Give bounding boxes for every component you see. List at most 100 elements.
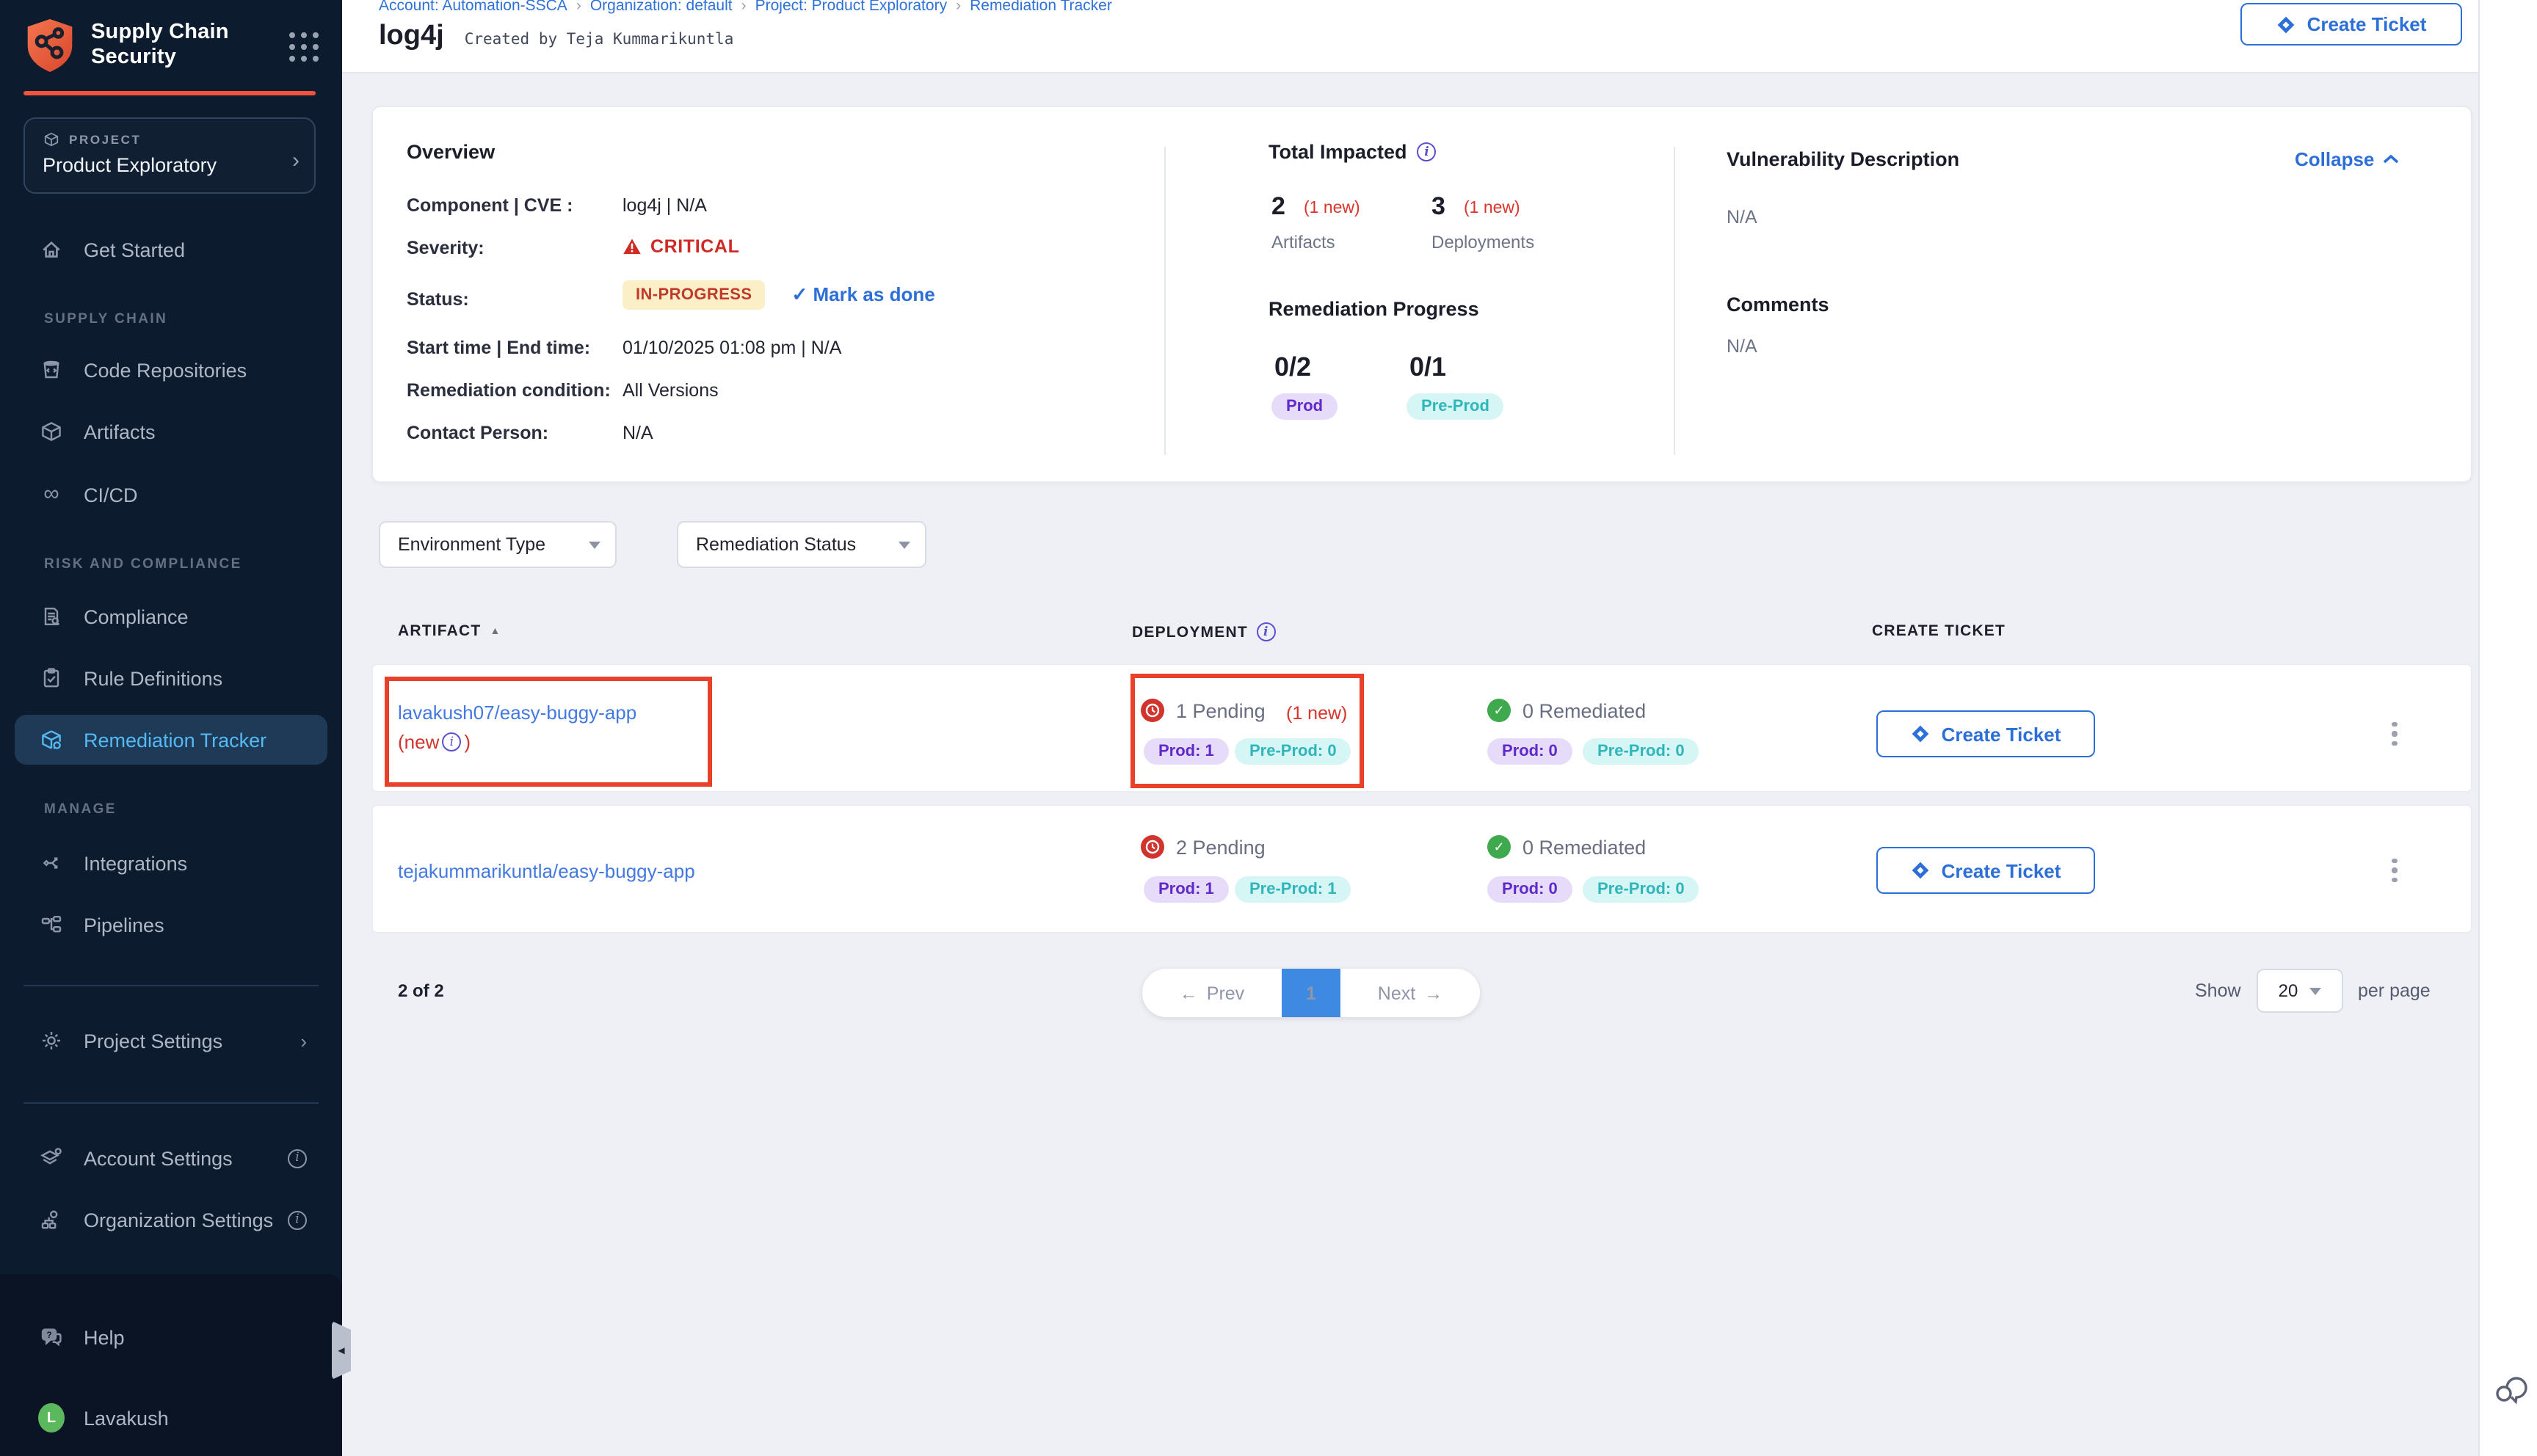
chevron-up-icon xyxy=(2383,154,2399,164)
pagination: ← Prev 1 Next → xyxy=(1142,969,1480,1017)
info-icon[interactable]: i xyxy=(288,1149,307,1168)
user-name: Lavakush xyxy=(84,1407,169,1429)
sidebar-item-integrations[interactable]: Integrations xyxy=(15,838,327,888)
vulnerability-description-value: N/A xyxy=(1727,207,1757,228)
column-header-create-ticket: CREATE TICKET xyxy=(1872,622,2006,640)
document-search-icon xyxy=(38,605,65,628)
row-menu-button[interactable] xyxy=(2381,854,2408,887)
page-size-select[interactable]: 20 xyxy=(2257,969,2343,1013)
field-value: N/A xyxy=(623,423,653,443)
row-create-ticket-button[interactable]: Create Ticket xyxy=(1876,847,2095,894)
show-label: Show xyxy=(2195,980,2241,1001)
prev-page-button[interactable]: ← Prev xyxy=(1142,969,1282,1017)
chevron-right-icon: › xyxy=(300,1030,307,1052)
clipboard-check-icon xyxy=(38,666,65,690)
sidebar-item-help[interactable]: ? Help xyxy=(15,1312,327,1362)
collapse-link[interactable]: Collapse xyxy=(2295,148,2399,170)
sidebar-item-cicd[interactable]: ∞ CI/CD xyxy=(15,470,327,520)
sidebar-item-get-started[interactable]: Get Started xyxy=(15,225,327,274)
new-label: (new xyxy=(398,731,439,753)
module-grid-icon[interactable] xyxy=(289,32,319,62)
status-value: IN-PROGRESS ✓ Mark as done xyxy=(623,280,935,310)
sidebar-item-label: Remediation Tracker xyxy=(84,729,266,751)
pending-count: 1 Pending xyxy=(1176,700,1266,722)
breadcrumb-page[interactable]: Remediation Tracker xyxy=(970,0,1112,15)
info-icon[interactable]: i xyxy=(442,732,461,751)
breadcrumb-project[interactable]: Project: Product Exploratory xyxy=(755,0,947,15)
row-menu-button[interactable] xyxy=(2381,718,2408,750)
sidebar-item-account-settings[interactable]: Account Settings i xyxy=(15,1133,327,1183)
sidebar-item-label: Integrations xyxy=(84,852,187,874)
sidebar-item-label: Pipelines xyxy=(84,914,164,936)
field-label: Remediation condition: xyxy=(407,380,611,401)
page-subtitle: Created by Teja Kummarikuntla xyxy=(465,31,734,48)
warning-triangle-icon xyxy=(623,238,642,255)
card-divider xyxy=(1674,147,1675,455)
sidebar-item-artifacts[interactable]: Artifacts xyxy=(15,407,327,456)
preprod-pill: Pre-Prod: 1 xyxy=(1235,876,1351,903)
svg-text:?: ? xyxy=(46,1330,51,1340)
sidebar-section-supply-chain: SUPPLY CHAIN xyxy=(44,311,167,327)
info-icon[interactable]: i xyxy=(288,1210,307,1229)
comments-value: N/A xyxy=(1727,336,1757,357)
sidebar-item-code-repositories[interactable]: Code Repositories xyxy=(15,345,327,395)
sidebar-item-remediation-tracker[interactable]: Remediation Tracker xyxy=(15,715,327,765)
field-value: 01/10/2025 01:08 pm | N/A xyxy=(623,338,841,358)
create-ticket-button[interactable]: Create Ticket xyxy=(2240,3,2462,46)
total-impacted-label: Total Impacted xyxy=(1268,141,1407,163)
artifacts-label: Artifacts xyxy=(1271,232,1335,252)
layers-gear-icon xyxy=(38,1146,65,1170)
sidebar-item-organization-settings[interactable]: Organization Settings i xyxy=(15,1195,327,1245)
remediated-count: 0 Remediated xyxy=(1522,700,1646,722)
artifacts-new-badge: (1 new) xyxy=(1304,200,1360,217)
next-page-button[interactable]: Next → xyxy=(1340,969,1480,1017)
sidebar-item-user[interactable]: L Lavakush xyxy=(15,1393,327,1443)
user-avatar: L xyxy=(38,1403,65,1433)
sidebar-item-compliance[interactable]: Compliance xyxy=(15,592,327,641)
app-logo: Supply Chain Security xyxy=(23,16,250,75)
project-selector[interactable]: PROJECT Product Exploratory › xyxy=(23,117,316,194)
sidebar-item-project-settings[interactable]: Project Settings › xyxy=(15,1016,327,1066)
breadcrumb-org[interactable]: Organization: default xyxy=(590,0,733,15)
table-row xyxy=(371,663,2472,793)
info-icon[interactable]: i xyxy=(1257,622,1276,641)
sidebar-item-label: Organization Settings xyxy=(84,1209,273,1231)
remediated-icon: ✓ xyxy=(1487,835,1511,859)
card-divider xyxy=(1164,147,1166,455)
artifact-link[interactable]: lavakush07/easy-buggy-app xyxy=(398,702,636,724)
preprod-pill: Pre-Prod: 0 xyxy=(1235,738,1351,765)
sidebar-item-rule-definitions[interactable]: Rule Definitions xyxy=(15,653,327,703)
prod-pill: Prod: 0 xyxy=(1487,738,1572,765)
total-impacted-heading: Total Impacted i xyxy=(1268,141,1437,163)
support-chat-icon[interactable] xyxy=(2491,1368,2530,1406)
mark-as-done-link[interactable]: ✓ Mark as done xyxy=(791,283,934,307)
right-rail xyxy=(2478,0,2537,1456)
sidebar-item-label: CI/CD xyxy=(84,484,138,506)
environment-type-label: Environment Type xyxy=(398,534,545,555)
sidebar-collapse-handle[interactable]: ◀ xyxy=(332,1321,351,1380)
artifact-link[interactable]: tejakummarikuntla/easy-buggy-app xyxy=(398,860,695,882)
field-value: log4j | N/A xyxy=(623,195,707,216)
row-create-ticket-button[interactable]: Create Ticket xyxy=(1876,710,2095,757)
environment-type-filter[interactable]: Environment Type xyxy=(379,521,617,568)
per-page-label: per page xyxy=(2358,980,2431,1001)
page-number-active[interactable]: 1 xyxy=(1282,969,1340,1017)
artifact-column-label: ARTIFACT xyxy=(398,622,481,640)
sidebar-item-pipelines[interactable]: Pipelines xyxy=(15,900,327,950)
remediation-progress-heading: Remediation Progress xyxy=(1268,298,1479,320)
column-header-artifact[interactable]: ARTIFACT ▲ xyxy=(398,622,501,640)
prod-pill: Prod: 1 xyxy=(1144,876,1229,903)
check-icon: ✓ xyxy=(1493,702,1504,718)
new-label-close: ) xyxy=(464,731,471,753)
check-icon: ✓ xyxy=(1493,839,1504,855)
caret-down-icon xyxy=(899,541,910,548)
preprod-pill: Pre-Prod: 0 xyxy=(1583,738,1699,765)
breadcrumb-account[interactable]: Account: Automation-SSCA xyxy=(379,0,567,15)
column-header-deployment: DEPLOYMENT i xyxy=(1132,622,1276,641)
remediation-status-filter[interactable]: Remediation Status xyxy=(677,521,926,568)
breadcrumb-separator: › xyxy=(576,0,581,15)
info-icon[interactable]: i xyxy=(1418,142,1437,161)
create-ticket-column-label: CREATE TICKET xyxy=(1872,622,2006,640)
comments-heading: Comments xyxy=(1727,294,1829,316)
gear-icon xyxy=(38,1029,65,1052)
